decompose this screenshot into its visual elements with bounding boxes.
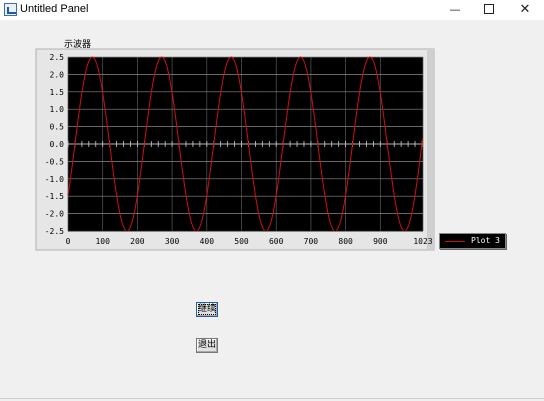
x-tick-label: 400 [200,237,215,246]
y-tick-label: 2.0 [50,70,65,79]
y-tick-label: 1.0 [50,105,65,114]
y-tick-label: 1.5 [50,88,65,97]
x-tick-label: 600 [269,237,284,246]
x-tick-label: 1023 [413,237,432,246]
waveform-graph: 0 100 200 300 400 500 600 700 800 900 1023 2.5 2.0 1… [35,48,435,251]
y-tick-label: -0.5 [45,157,64,166]
continue-button[interactable]: 继续 [196,302,218,317]
plot-legend: Plot 3 [439,233,506,249]
y-tick-label: 0.5 [50,123,65,132]
y-tick-label: -2.5 [45,227,64,236]
x-tick-label: 800 [338,237,353,246]
graph-right-edge [427,49,434,250]
y-tick-label: -1.5 [45,192,64,201]
legend-swatch [445,241,465,242]
x-tick-label: 500 [234,237,249,246]
x-tick-label: 900 [373,237,388,246]
graph-frame [35,48,435,251]
y-tick-label: -2.0 [45,210,64,219]
x-tick-label: 300 [165,237,180,246]
exit-button[interactable]: 退出 [196,338,218,353]
y-tick-label: -1.0 [45,175,64,184]
x-tick-label: 200 [130,237,145,246]
x-tick-label: 0 [66,237,71,246]
y-tick-label: 0.0 [50,140,65,149]
y-tick-label: 2.5 [50,53,65,62]
x-tick-label: 700 [304,237,319,246]
bottom-divider [0,398,544,399]
x-tick-label: 100 [95,237,110,246]
legend-label: Plot 3 [471,236,500,245]
